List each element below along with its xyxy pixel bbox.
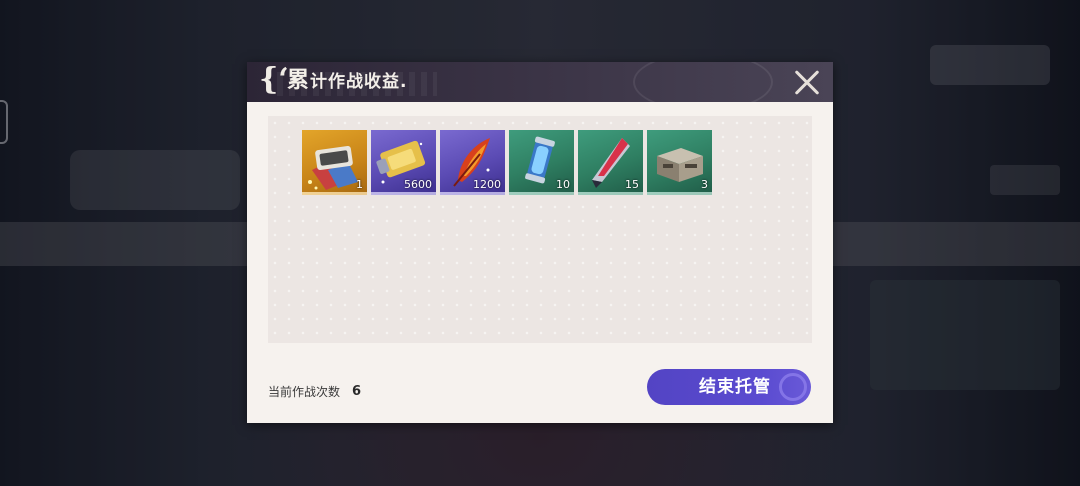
- reward-list: 1 5600 1200 10 15 3: [302, 130, 712, 195]
- battle-count-value: 6: [352, 384, 362, 399]
- battle-rewards-dialog: {‘ 累计作战收益. 1 5600 1200 10 15 3 当前作战次数 6 …: [247, 62, 833, 423]
- reward-quantity: 1: [356, 178, 363, 191]
- reward-quantity: 10: [556, 178, 570, 191]
- dialog-header: {‘ 累计作战收益.: [247, 62, 833, 102]
- reward-item-card-pack[interactable]: 1: [302, 130, 367, 195]
- reward-quantity: 3: [701, 178, 708, 191]
- header-pattern: [633, 62, 773, 102]
- reward-quantity: 1200: [473, 178, 501, 191]
- dialog-title-first-char: 累: [287, 68, 311, 93]
- reward-item-energy-capsule[interactable]: 10: [509, 130, 574, 195]
- end-auto-battle-button[interactable]: 结束托管: [647, 369, 811, 405]
- reward-panel: 1 5600 1200 10 15 3: [268, 116, 812, 343]
- reward-item-supply-crate[interactable]: 3: [647, 130, 712, 195]
- dialog-title: 累计作战收益.: [287, 70, 407, 93]
- reward-quantity: 15: [625, 178, 639, 191]
- close-icon[interactable]: [789, 65, 825, 101]
- battle-count-label: 当前作战次数: [268, 385, 341, 399]
- button-emblem-icon: [779, 373, 807, 401]
- title-brace-icon: {‘: [259, 62, 289, 97]
- reward-item-flame-feather[interactable]: 1200: [440, 130, 505, 195]
- end-button-label: 结束托管: [699, 377, 771, 397]
- dialog-title-rest: 计作战收益.: [310, 72, 408, 92]
- reward-item-crystal-shard[interactable]: 15: [578, 130, 643, 195]
- reward-item-gold-ticket[interactable]: 5600: [371, 130, 436, 195]
- reward-quantity: 5600: [404, 178, 432, 191]
